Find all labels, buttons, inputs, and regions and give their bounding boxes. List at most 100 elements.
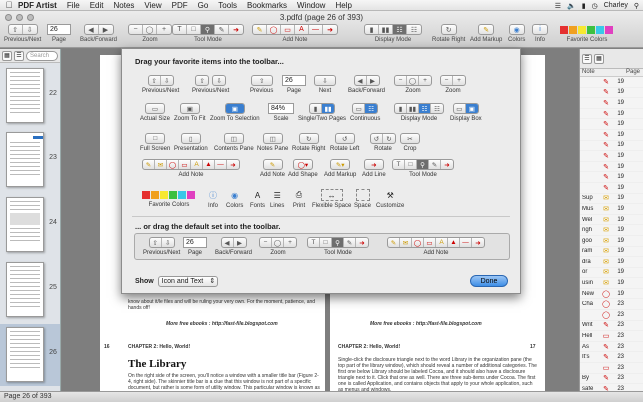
item-crop[interactable]: ✂ Crop: [400, 133, 420, 152]
note-row[interactable]: ◯ 23: [580, 310, 643, 321]
thumbnail-item[interactable]: 23: [0, 129, 60, 191]
show-popup[interactable]: Icon and Text: [157, 276, 219, 287]
toolbar-addnote[interactable]: ✎ ◯ ▭ A — ➜ Add Note: [252, 24, 338, 43]
item-prevnext-alt[interactable]: ⇧ ⇩ Previous/Next: [192, 75, 229, 94]
item-zoomtoselection[interactable]: ▣ Zoom To Selection: [210, 103, 260, 122]
note-row[interactable]: ✎ 19: [580, 77, 643, 88]
toolbar-info[interactable]: i Info: [532, 24, 548, 43]
item-scale[interactable]: 84% Scale: [268, 103, 294, 122]
note-row[interactable]: or ✉ 19: [580, 268, 643, 279]
toolbar-colors[interactable]: ◉ Colors: [508, 24, 525, 43]
item-zoomtofit[interactable]: ▣ Zoom To Fit: [174, 103, 206, 122]
toolbar-displaymode[interactable]: ▮ ▮▮ ☷ ☷ Display Mode: [364, 24, 422, 43]
note-row[interactable]: ✎ 19: [580, 119, 643, 130]
item-addnote-alt[interactable]: ✎ Add Note: [260, 159, 285, 178]
column-note[interactable]: Note: [580, 69, 612, 76]
item-backforward[interactable]: ◀ ▶ Back/Forward: [348, 75, 385, 94]
toolbar-favcolors[interactable]: Favorite Colors: [560, 24, 614, 43]
item-colors[interactable]: ◉ Colors: [226, 189, 243, 210]
item-fonts[interactable]: A Fonts: [250, 189, 265, 210]
note-row[interactable]: ✎ 19: [580, 162, 643, 173]
list-view-icon[interactable]: ☰: [14, 50, 24, 61]
note-row[interactable]: usin ✉ 19: [580, 278, 643, 289]
menu-tools[interactable]: Tools: [218, 1, 237, 10]
menu-view[interactable]: View: [144, 1, 161, 10]
item-addline[interactable]: ➜ Add Line: [362, 159, 386, 178]
toolbar-toolmode[interactable]: T □ ⚲ ✎ ➜ Tool Mode: [172, 24, 244, 43]
thumbnail-item[interactable]: 24: [0, 194, 60, 256]
menu-bookmarks[interactable]: Bookmarks: [247, 1, 287, 10]
note-row[interactable]: ✎ 19: [580, 183, 643, 194]
menu-go[interactable]: Go: [198, 1, 209, 10]
done-button[interactable]: Done: [470, 275, 508, 287]
item-print[interactable]: ⎙ Print: [292, 189, 306, 209]
note-row[interactable]: Writ ✎ 23: [580, 321, 643, 332]
item-flexspace[interactable]: ↔ Flexible Space: [312, 189, 351, 209]
item-addmarkup[interactable]: ✎▾ Add Markup: [324, 159, 356, 178]
note-row[interactable]: righ ✉ 19: [580, 225, 643, 236]
column-page[interactable]: Page: [612, 69, 642, 76]
item-prevnext[interactable]: ⇧ ⇩ Previous/Next: [142, 75, 179, 94]
toolbar-rotateright[interactable]: ↻ Rotate Right: [432, 24, 465, 43]
note-row[interactable]: ram ✉ 19: [580, 247, 643, 258]
item-previous[interactable]: ⇧ Previous: [250, 75, 273, 94]
item-rotateright[interactable]: ↻ Rotate Right: [292, 133, 325, 152]
item-displaymode[interactable]: ▮ ▮▮ ☷ ☷ Display Mode: [394, 103, 444, 122]
note-row[interactable]: Wel ✉ 19: [580, 215, 643, 226]
item-customize[interactable]: ⚒ Customize: [376, 189, 404, 210]
item-page[interactable]: 26 Page: [282, 75, 306, 94]
note-row[interactable]: New ◯ 19: [580, 289, 643, 300]
note-row[interactable]: dra ✉ 19: [580, 257, 643, 268]
thumbnail-item-selected[interactable]: 26: [0, 324, 60, 386]
note-row[interactable]: ✎ 19: [580, 88, 643, 99]
item-contentspane[interactable]: ◫ Contents Pane: [214, 133, 254, 152]
list-view-icon[interactable]: ☰: [582, 53, 592, 64]
item-toolmode[interactable]: T □ ⚲ ✎ ➜ Tool Mode: [392, 159, 454, 178]
item-fullscreen[interactable]: □ Full Screen: [140, 133, 170, 152]
item-actualsize[interactable]: ▭ Actual Size: [140, 103, 170, 122]
clock-icon[interactable]: ◷: [592, 2, 598, 10]
toolbar-backforward[interactable]: ◀ ▶ Back/Forward: [80, 24, 117, 43]
menu-notes[interactable]: Notes: [114, 1, 135, 10]
grid-view-icon[interactable]: ▦: [2, 50, 12, 61]
default-toolbar-set[interactable]: ⇧ ⇩ Previous/Next 26 Page ◀ ▶ Back/Forward…: [134, 233, 510, 260]
volume-icon[interactable]: 🔈: [567, 2, 576, 10]
note-row[interactable]: ✎ 19: [580, 109, 643, 120]
search-input[interactable]: Search: [26, 50, 58, 61]
note-row[interactable]: By ✎ 23: [580, 374, 643, 385]
note-row[interactable]: It's ✎ 23: [580, 352, 643, 364]
menu-pdf[interactable]: PDF: [172, 1, 188, 10]
favorite-colors-swatches[interactable]: [142, 189, 196, 200]
filter-icon[interactable]: ▦: [594, 53, 604, 64]
note-row[interactable]: ✎ 19: [580, 151, 643, 162]
note-row[interactable]: goo ✉ 19: [580, 236, 643, 247]
note-row[interactable]: ✎ 19: [580, 130, 643, 141]
note-row[interactable]: ✎ 19: [580, 141, 643, 152]
note-row[interactable]: ▭ 23: [580, 363, 643, 374]
note-row[interactable]: Cha ◯ 23: [580, 299, 643, 311]
item-addshape[interactable]: ◯▾ Add Shape: [288, 159, 318, 178]
toolbar-zoom[interactable]: − ◯ + Zoom: [128, 24, 172, 43]
note-row[interactable]: ✎ 19: [580, 172, 643, 183]
item-favcolors[interactable]: Favorite Colors: [142, 189, 196, 208]
thumbnail-item[interactable]: 22: [0, 65, 60, 127]
item-addnote[interactable]: ✎ ✉ ◯ ▭ A ▲ — ➜ Add Note: [142, 159, 240, 178]
item-zoom-alt[interactable]: − + Zoom: [440, 75, 466, 94]
note-row[interactable]: Mus ✉ 19: [580, 204, 643, 215]
item-next[interactable]: ⇩ Next: [314, 75, 336, 94]
battery-icon[interactable]: ▮: [582, 2, 586, 10]
item-rotate[interactable]: ↺ ↻ Rotate: [370, 133, 396, 152]
item-singletwo[interactable]: ▮ ▮▮ Single/Two Pages: [298, 103, 346, 122]
item-zoom[interactable]: − ◯ + Zoom: [394, 75, 432, 94]
toolbar-prevnext[interactable]: ⇧ ⇩ Previous/Next: [4, 24, 41, 43]
item-displaybox[interactable]: ▭ ▣ Display Box: [450, 103, 482, 122]
wifi-icon[interactable]: ☰: [555, 2, 561, 10]
app-menu[interactable]: PDF Artist: [18, 1, 57, 10]
item-rotateleft[interactable]: ↺ Rotate Left: [330, 133, 359, 152]
note-row[interactable]: Hell ▭ 23: [580, 331, 643, 342]
item-notespane[interactable]: ◫ Notes Pane: [257, 133, 288, 152]
item-info[interactable]: ⓘ Info: [206, 189, 220, 210]
search-icon[interactable]: ⚲: [634, 2, 639, 10]
item-lines[interactable]: ☰ Lines: [270, 189, 284, 210]
item-space[interactable]: Space: [354, 189, 371, 209]
